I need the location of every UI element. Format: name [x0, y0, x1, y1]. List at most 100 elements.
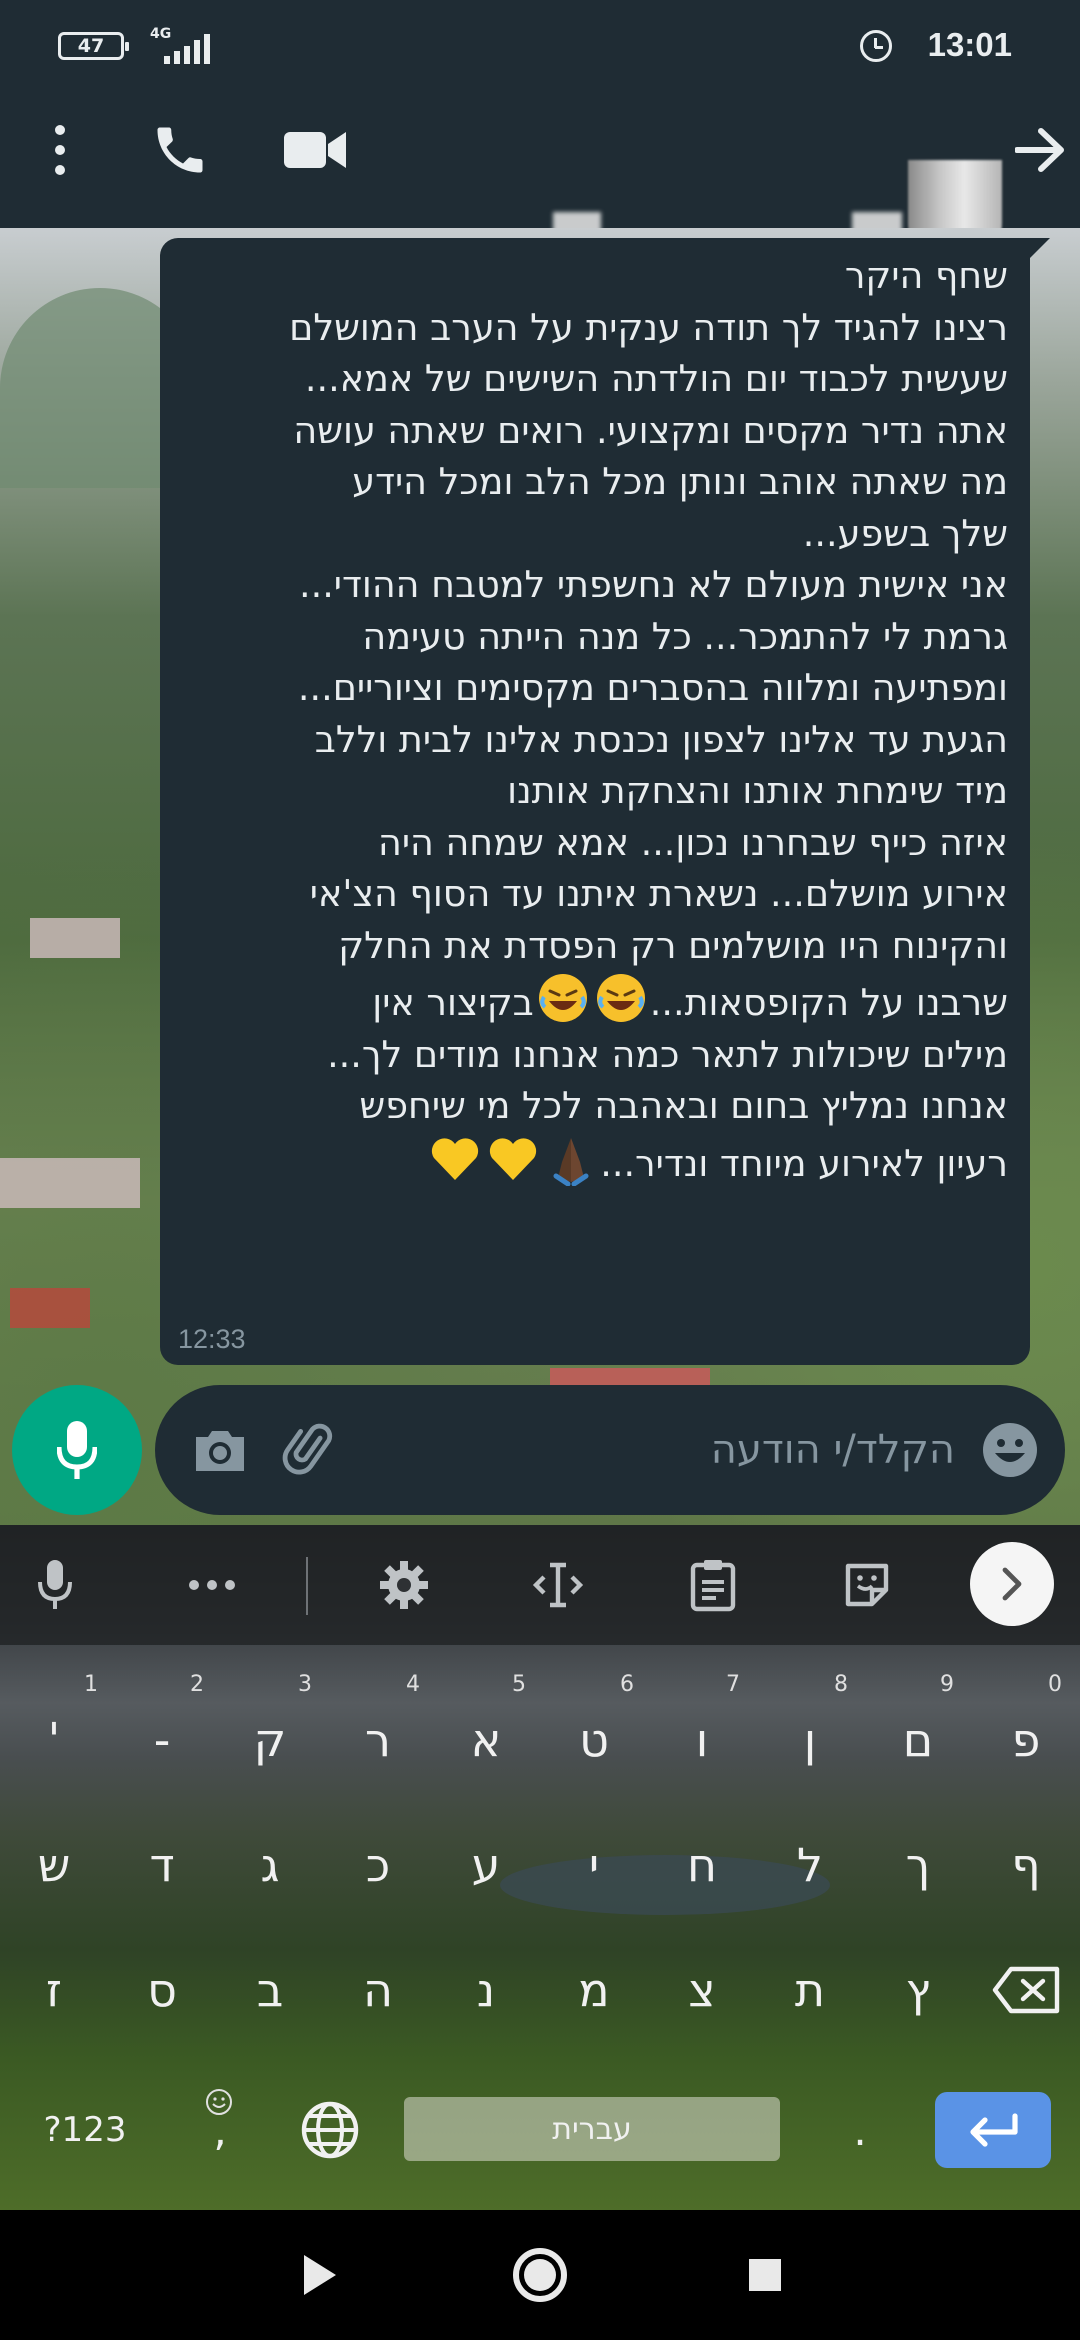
square-recents-icon[interactable] [715, 2210, 815, 2340]
key[interactable]: ץ [864, 1940, 972, 2040]
message-line: גרמת לי להתמכר... כל מנה הייתה טעימה [362, 614, 1008, 658]
key[interactable]: ' [0, 1690, 108, 1790]
message-line: אנחנו נמליץ בחום ובאהבה לכל מי שיחפש [359, 1084, 1008, 1127]
message-line: שחף היקר [844, 254, 1008, 297]
status-bar: 47 4G 13:01 [0, 0, 1080, 72]
battery-level: 47 [77, 35, 105, 57]
key[interactable]: ד [108, 1815, 216, 1915]
keyboard: ' - ק ר א ט ו ן ם פ 1 2 3 4 5 6 7 8 9 0 … [0, 1525, 1080, 2210]
key-hint: 5 [512, 1672, 526, 1697]
message-timestamp: 12:33 [178, 1324, 246, 1354]
camera-icon[interactable] [175, 1385, 265, 1515]
key[interactable]: ט [540, 1690, 648, 1790]
message-line: מיד שימחת אותנו והצחקת אותנו [507, 769, 1008, 812]
key[interactable]: א [432, 1690, 540, 1790]
message-line: איזה כייף שבחרנו נכון... אמא שמחה היה [378, 820, 1008, 864]
space-key[interactable]: עברית [404, 2097, 780, 2161]
more-icon[interactable] [172, 1525, 252, 1645]
message-line: והקינוח היו מושלמים רק הפסדת את החלק [338, 923, 1008, 967]
key[interactable]: ם [864, 1690, 972, 1790]
smiley-icon[interactable] [955, 1385, 1065, 1515]
key[interactable]: ף [972, 1815, 1080, 1915]
key-hint: 8 [834, 1672, 848, 1697]
return-icon [970, 2113, 1018, 2147]
signal-indicator: 4G [150, 26, 210, 64]
phone-icon[interactable] [140, 72, 220, 228]
key[interactable]: ע [432, 1815, 540, 1915]
message-bubble[interactable]: שחף היקר רצינו להגיד לך תודה ענקית על הע… [160, 238, 1050, 1365]
toolbar-divider [306, 1557, 308, 1615]
key[interactable]: ק [216, 1690, 324, 1790]
symbols-key[interactable]: ?123 [20, 2085, 150, 2175]
message-line-part: רעיון לאירוע מיוחד ונדיר... [600, 1141, 1008, 1185]
message-line: שלך בשפע... [802, 511, 1008, 555]
key[interactable]: ו [648, 1690, 756, 1790]
voice-record-button[interactable] [12, 1385, 142, 1515]
message-line: אני אישית מעולם לא נחשפתי למטבח ההודי... [298, 563, 1008, 606]
comma-key[interactable]: , [170, 2085, 270, 2175]
enter-key[interactable] [935, 2092, 1051, 2168]
wallpaper-house [30, 918, 120, 958]
rofl-emoji [536, 971, 590, 1025]
message-input[interactable] [335, 1385, 955, 1515]
key[interactable]: ס [108, 1940, 216, 2040]
key-hint: 0 [1048, 1672, 1062, 1697]
key[interactable]: ה [324, 1940, 432, 2040]
microphone-icon[interactable] [15, 1525, 95, 1645]
key[interactable]: ב [216, 1940, 324, 2040]
message-composer[interactable] [155, 1385, 1065, 1515]
folded-hands-dark-emoji [544, 1132, 598, 1186]
key[interactable]: ן [756, 1690, 864, 1790]
chat-area[interactable]: שחף היקר רצינו להגיד לך תודה ענקית על הע… [0, 228, 1080, 1525]
message-text: שחף היקר רצינו להגיד לך תודה ענקית על הע… [168, 250, 1008, 1189]
key[interactable]: ג [216, 1815, 324, 1915]
message-line: ומפתיעה ומלווה בהסברים מקסימים וציוריים.… [297, 666, 1008, 709]
microphone-icon [57, 1421, 97, 1479]
sticker-icon[interactable] [827, 1525, 907, 1645]
key[interactable]: י [540, 1815, 648, 1915]
key[interactable]: ח [648, 1815, 756, 1915]
circle-home-icon[interactable] [490, 2210, 590, 2340]
wallpaper-house [0, 1158, 140, 1208]
message-line: אירוע מושלם... נשארת איתנו עד הסוף הצ'אי [309, 872, 1008, 915]
chat-header [0, 72, 1080, 270]
key-hint: 6 [620, 1672, 634, 1697]
status-time: 13:01 [927, 26, 1012, 63]
message-line: שרבנו על הקופסאות... בקיצור אין [168, 971, 1008, 1029]
message-line: מילים שיכולות לתאר כמה אנחנו מודים לך... [327, 1032, 1008, 1076]
key[interactable]: צ [648, 1940, 756, 2040]
chevron-right-icon[interactable] [970, 1542, 1054, 1626]
emoji-smiley-icon [206, 2089, 232, 2115]
alarm-icon [860, 30, 892, 62]
key[interactable]: נ [432, 1940, 540, 2040]
arrow-right-icon[interactable] [1000, 72, 1080, 228]
wallpaper-house [10, 1288, 90, 1328]
backspace-icon[interactable] [972, 1940, 1080, 2040]
key[interactable]: ת [756, 1940, 864, 2040]
kebab-menu-icon[interactable] [30, 72, 90, 228]
key[interactable]: פ [972, 1690, 1080, 1790]
key[interactable]: מ [540, 1940, 648, 2040]
key[interactable]: ר [324, 1690, 432, 1790]
key[interactable]: ז [0, 1940, 108, 2040]
cursor-icon[interactable] [518, 1525, 598, 1645]
rofl-emoji [594, 971, 648, 1025]
yellow-heart-emoji [486, 1132, 540, 1186]
period-key[interactable]: . [810, 2085, 910, 2175]
video-camera-icon[interactable] [270, 72, 360, 228]
message-line: רצינו להגיד לך תודה ענקית על הערב המושלם [289, 305, 1008, 349]
message-line: הגעת עד אלינו לצפון נכנסת אלינו לבית ולל… [314, 717, 1008, 761]
triangle-back-icon[interactable] [270, 2210, 370, 2340]
gear-icon[interactable] [364, 1525, 444, 1645]
globe-icon[interactable] [280, 2085, 380, 2175]
clipboard-icon[interactable] [673, 1525, 753, 1645]
key[interactable]: כ [324, 1815, 432, 1915]
message-line: מה שאתה אוהב ונותן מכל הלב ומכל הידע [352, 460, 1008, 503]
battery-indicator: 47 [58, 32, 129, 60]
key[interactable]: ל [756, 1815, 864, 1915]
key[interactable]: ש [0, 1815, 108, 1915]
key[interactable]: ך [864, 1815, 972, 1915]
key-hint: 2 [190, 1672, 204, 1697]
key[interactable]: - [108, 1690, 216, 1790]
message-line: שעשית לכבוד יום הולדתה השישים של אמא... [304, 357, 1008, 400]
